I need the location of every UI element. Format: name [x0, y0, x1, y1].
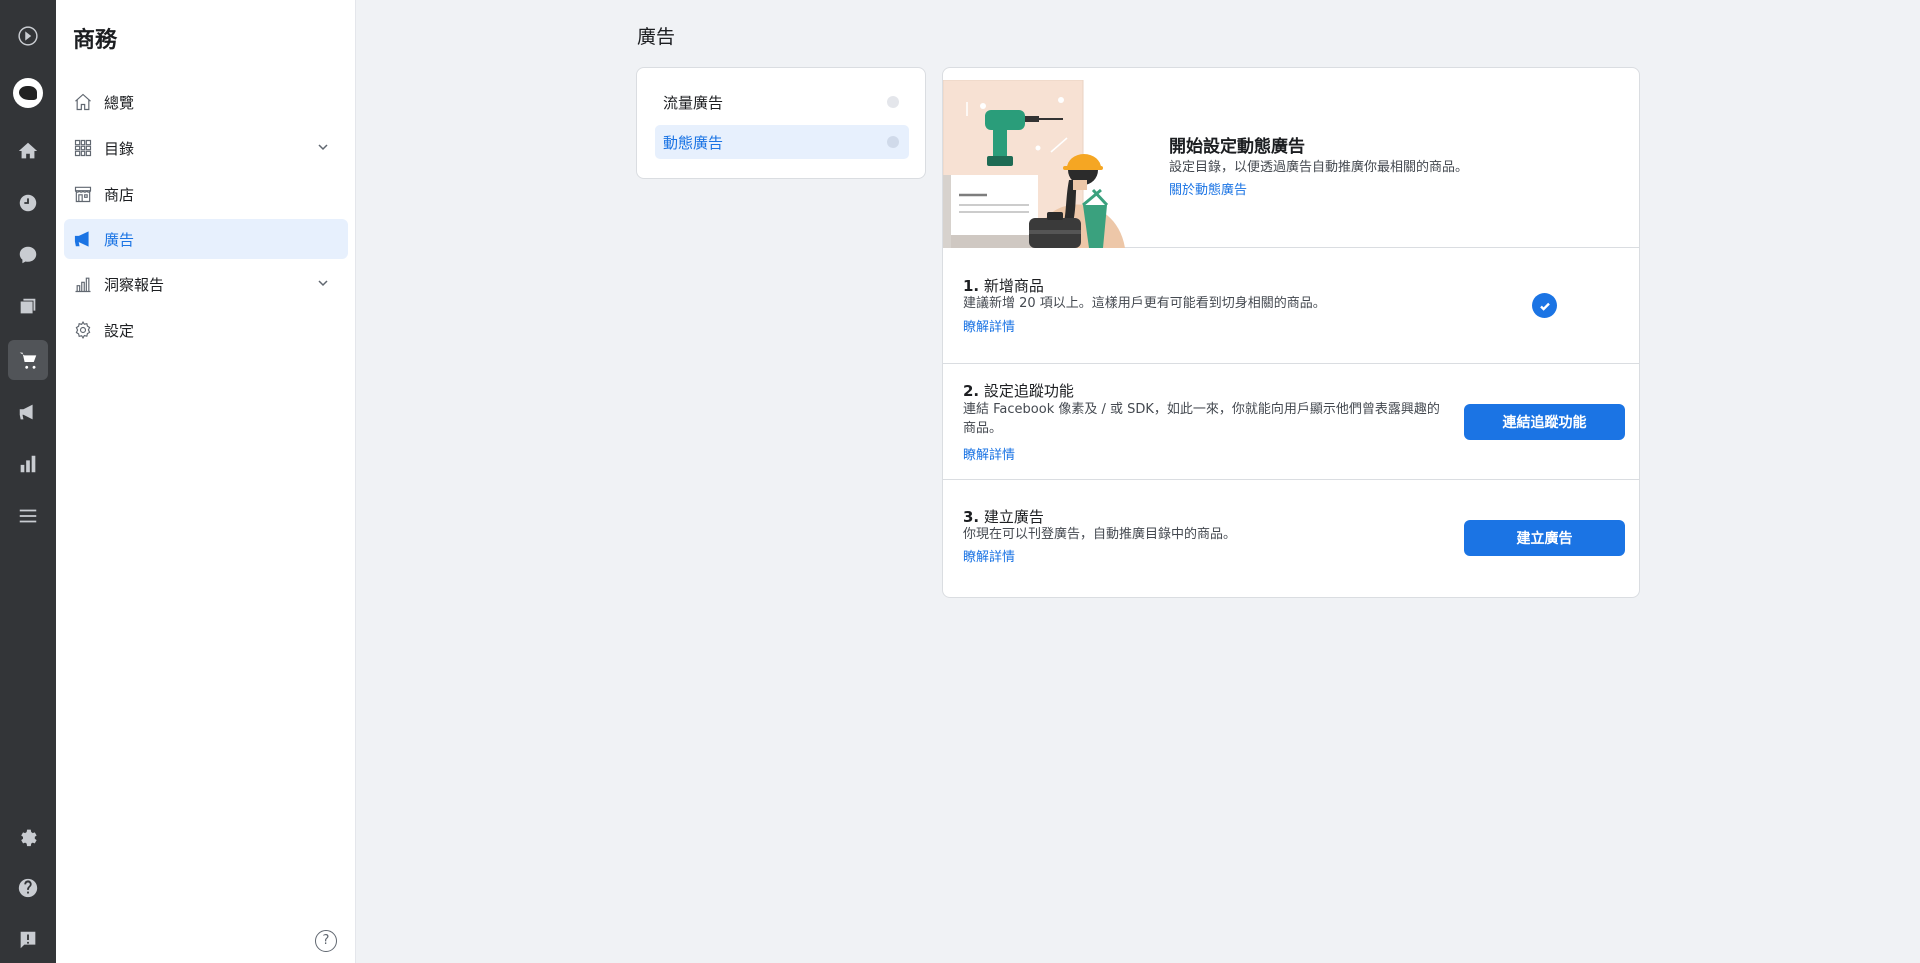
report-problem-icon[interactable] — [0, 920, 56, 960]
sidebar-item-label: 廣告 — [104, 230, 135, 249]
tab-dynamic-ads[interactable]: 動態廣告 — [655, 125, 909, 159]
tab-status-dot — [887, 96, 899, 108]
step-title-text: 建立廣告 — [983, 508, 1044, 526]
menu-icon[interactable] — [0, 496, 56, 536]
sidebar-item-insights[interactable]: 洞察報告 — [64, 264, 348, 304]
step-title: 1. 新增商品 — [963, 275, 1044, 296]
tab-status-dot — [887, 136, 899, 148]
create-ad-button[interactable]: 建立廣告 — [1464, 520, 1625, 556]
home-outline-icon — [72, 91, 94, 113]
step-number: 2. — [963, 382, 980, 400]
commerce-cart-icon[interactable] — [8, 340, 48, 380]
sidebar-item-label: 商店 — [104, 185, 135, 204]
help-button[interactable]: ? — [315, 930, 337, 952]
hero-title: 開始設定動態廣告 — [1169, 137, 1305, 157]
settings-gear-icon[interactable] — [0, 816, 56, 856]
learn-more-link[interactable]: 瞭解詳情 — [963, 316, 1015, 335]
chevron-down-icon[interactable] — [316, 276, 330, 290]
sidebar-item-label: 洞察報告 — [104, 275, 165, 294]
ads-megaphone-icon[interactable] — [0, 392, 56, 432]
step-setup-tracking: 2. 設定追蹤功能 連結 Facebook 像素及 / 或 SDK，如此一來，你… — [943, 364, 1639, 480]
sidebar-item-catalog[interactable]: 目錄 — [64, 128, 348, 168]
bar-chart-icon — [72, 273, 94, 295]
messages-icon[interactable] — [0, 235, 56, 275]
learn-more-link[interactable]: 瞭解詳情 — [963, 546, 1015, 565]
step-title: 2. 設定追蹤功能 — [963, 380, 1074, 401]
step-description: 建議新增 20 項以上。這樣用戶更有可能看到切身相關的商品。 — [963, 296, 1326, 311]
sidebar-item-ads[interactable]: 廣告 — [64, 219, 348, 259]
content-icon[interactable] — [0, 287, 56, 327]
page-title: 廣告 — [637, 26, 676, 48]
completed-check-icon — [1532, 293, 1557, 318]
step-number: 3. — [963, 508, 980, 526]
connect-tracking-button[interactable]: 連結追蹤功能 — [1464, 404, 1625, 440]
worker-with-drill-illustration — [943, 80, 1125, 248]
step-add-products: 1. 新增商品 建議新增 20 項以上。這樣用戶更有可能看到切身相關的商品。 瞭… — [943, 248, 1639, 364]
sidebar-item-shop[interactable]: 商店 — [64, 174, 348, 214]
activity-icon[interactable] — [0, 183, 56, 223]
hero-description: 設定目錄，以便透過廣告自動推廣你最相關的商品。 — [1169, 160, 1469, 175]
sidebar-item-label: 目錄 — [104, 139, 135, 158]
commerce-sidebar: 商務 總覽 目錄 商店 廣告 洞察報告 設定 ? — [56, 0, 356, 963]
app-rail — [0, 0, 56, 963]
dynamic-ads-setup-card: 開始設定動態廣告 設定目錄，以便透過廣告自動推廣你最相關的商品。 關於動態廣告 … — [942, 67, 1640, 598]
tab-label: 流量廣告 — [663, 93, 724, 112]
about-dynamic-ads-link[interactable]: 關於動態廣告 — [1169, 179, 1247, 198]
storefront-icon — [72, 183, 94, 205]
ad-type-tabs: 流量廣告 動態廣告 — [636, 67, 926, 179]
step-create-ad: 3. 建立廣告 你現在可以刊登廣告，自動推廣目錄中的商品。 瞭解詳情 建立廣告 — [943, 480, 1639, 596]
step-number: 1. — [963, 277, 980, 295]
home-icon[interactable] — [0, 131, 56, 171]
account-avatar[interactable] — [0, 73, 56, 113]
sidebar-item-settings[interactable]: 設定 — [64, 310, 348, 350]
gear-icon — [72, 319, 94, 341]
sidebar-item-label: 總覽 — [104, 93, 135, 112]
tab-traffic-ads[interactable]: 流量廣告 — [655, 85, 909, 119]
sidebar-item-label: 設定 — [104, 321, 135, 340]
learn-more-link[interactable]: 瞭解詳情 — [963, 444, 1015, 463]
sidebar-title: 商務 — [73, 28, 118, 53]
step-title: 3. 建立廣告 — [963, 506, 1044, 527]
sidebar-item-overview[interactable]: 總覽 — [64, 82, 348, 122]
grid-icon — [72, 137, 94, 159]
step-description: 你現在可以刊登廣告，自動推廣目錄中的商品。 — [963, 527, 1237, 542]
setup-hero: 開始設定動態廣告 設定目錄，以便透過廣告自動推廣你最相關的商品。 關於動態廣告 — [943, 68, 1639, 248]
meta-logo-icon[interactable] — [0, 16, 56, 56]
tab-label: 動態廣告 — [663, 133, 724, 152]
insights-bar-icon[interactable] — [0, 444, 56, 484]
megaphone-icon — [72, 228, 94, 250]
step-description: 連結 Facebook 像素及 / 或 SDK，如此一來，你就能向用戶顯示他們曾… — [963, 402, 1440, 436]
step-title-text: 設定追蹤功能 — [983, 382, 1074, 400]
help-icon[interactable] — [0, 868, 56, 908]
step-title-text: 新增商品 — [983, 277, 1044, 295]
avatar-image — [13, 78, 43, 108]
chevron-down-icon[interactable] — [316, 140, 330, 154]
